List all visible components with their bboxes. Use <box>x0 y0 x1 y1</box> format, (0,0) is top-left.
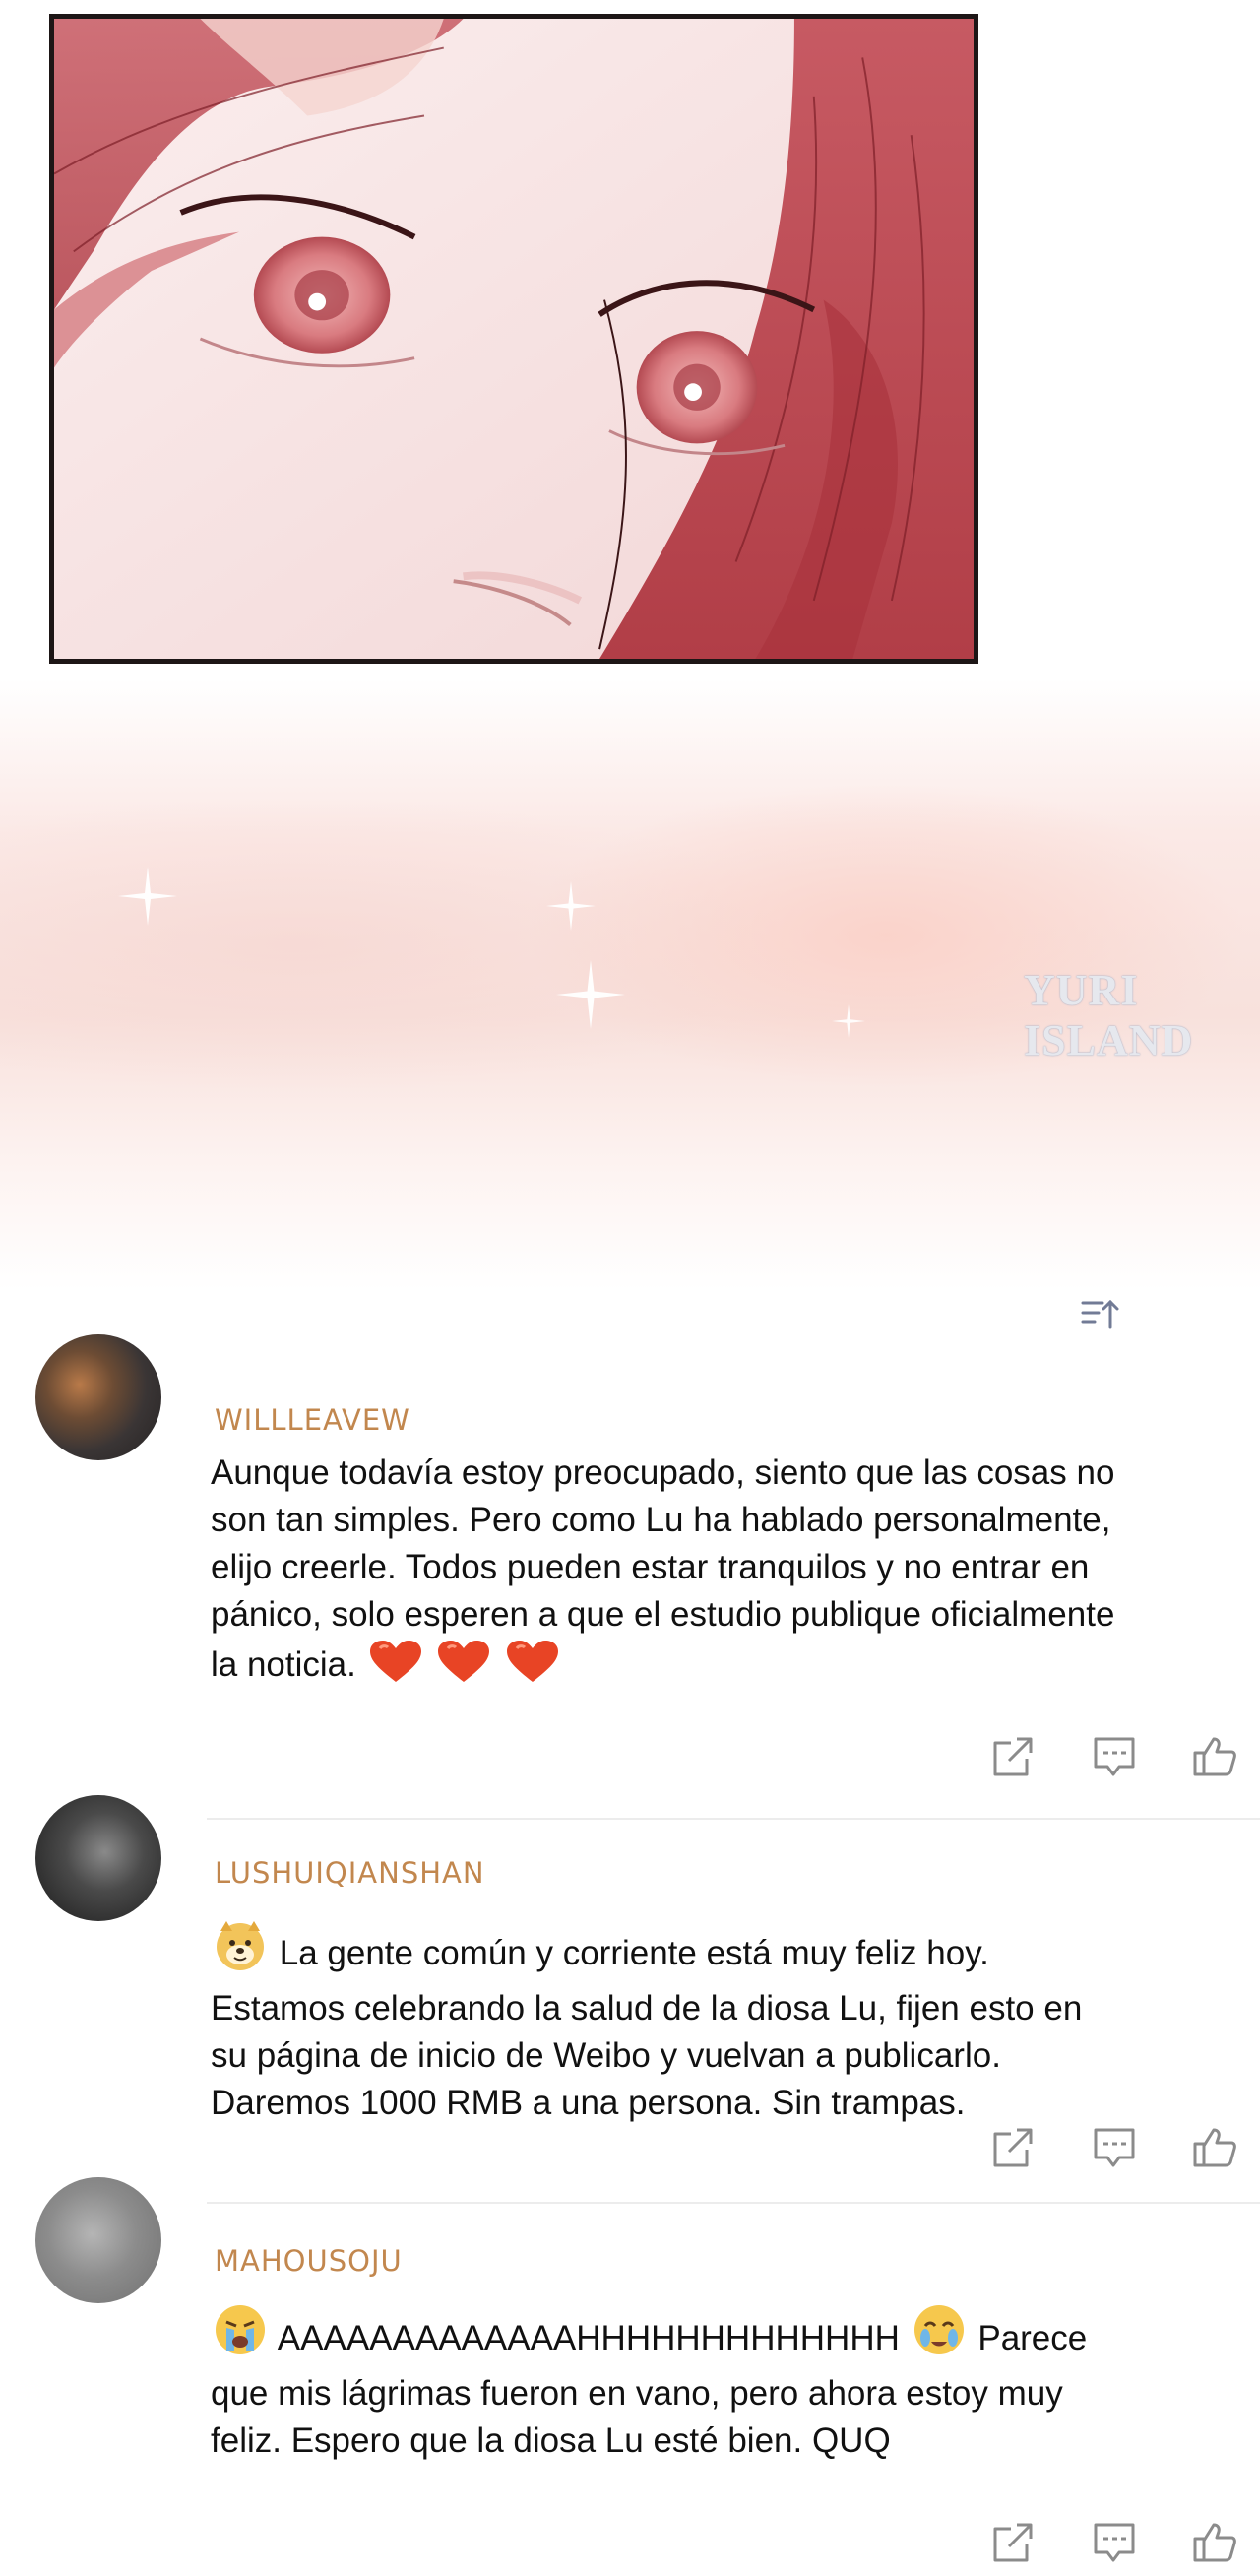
heart-emoji <box>436 1639 491 1697</box>
share-icon <box>993 2523 1033 2562</box>
share-button[interactable] <box>987 2517 1039 2568</box>
comment-icon <box>1094 2523 1135 2562</box>
comment-username[interactable]: WILLLEAVEW <box>215 1403 410 1437</box>
comment-text: La gente común y corriente está muy feli… <box>211 1917 1116 2127</box>
comment-actions <box>0 2517 1260 2576</box>
teary-smile-emoji <box>912 2302 967 2370</box>
crying-face-emoji <box>213 2302 268 2370</box>
comment-divider <box>207 2202 1260 2204</box>
heart-emoji <box>368 1639 423 1697</box>
share-icon <box>993 2128 1033 2167</box>
comment-text: AAAAAAAAAAAAAHHHHHHHHHHHHH Parece que mi… <box>211 2302 1116 2465</box>
panel-illustration <box>54 19 974 659</box>
comment-icon <box>1094 1737 1135 1776</box>
manga-artwork <box>0 0 1260 679</box>
comment-username[interactable]: MAHOUSOJU <box>215 2244 403 2278</box>
like-icon <box>1193 2128 1236 2167</box>
sparkle-icon <box>546 881 596 931</box>
avatar[interactable] <box>35 2177 161 2303</box>
like-icon <box>1193 2523 1236 2562</box>
manga-panel <box>49 14 978 664</box>
reply-button[interactable] <box>1089 2517 1140 2568</box>
share-button[interactable] <box>987 2122 1039 2173</box>
reply-button[interactable] <box>1089 1731 1140 1782</box>
like-button[interactable] <box>1189 2517 1240 2568</box>
reply-button[interactable] <box>1089 2122 1140 2173</box>
comment-divider <box>207 1818 1260 1820</box>
comment-text: Aunque todavía estoy preocupado, siento … <box>211 1449 1116 1697</box>
share-button[interactable] <box>987 1731 1039 1782</box>
comment-body: Aunque todavía estoy preocupado, siento … <box>211 1453 1115 1684</box>
comment-username[interactable]: LUSHUIQIANSHAN <box>215 1856 485 1890</box>
sort-button[interactable] <box>1079 1296 1122 1333</box>
doge-emoji <box>213 1917 268 1985</box>
like-button[interactable] <box>1189 1731 1240 1782</box>
avatar[interactable] <box>35 1795 161 1921</box>
share-icon <box>993 1737 1033 1776</box>
sparkle-icon <box>556 960 625 1029</box>
comment-actions <box>0 1731 1260 1790</box>
heart-emoji <box>505 1639 560 1697</box>
comment-body: La gente común y corriente está muy feli… <box>211 1934 1083 2122</box>
like-button[interactable] <box>1189 2122 1240 2173</box>
sort-icon <box>1081 1299 1119 1329</box>
watermark-text: YURI ISLAND <box>1024 966 1194 1064</box>
like-icon <box>1193 1737 1236 1776</box>
comment-body-part1: AAAAAAAAAAAAAHHHHHHHHHHHHH <box>277 2319 900 2357</box>
sparkle-icon <box>118 867 177 926</box>
sparkle-icon <box>832 1004 865 1038</box>
avatar[interactable] <box>35 1334 161 1460</box>
comment-icon <box>1094 2128 1135 2167</box>
comment-actions <box>0 2122 1260 2181</box>
